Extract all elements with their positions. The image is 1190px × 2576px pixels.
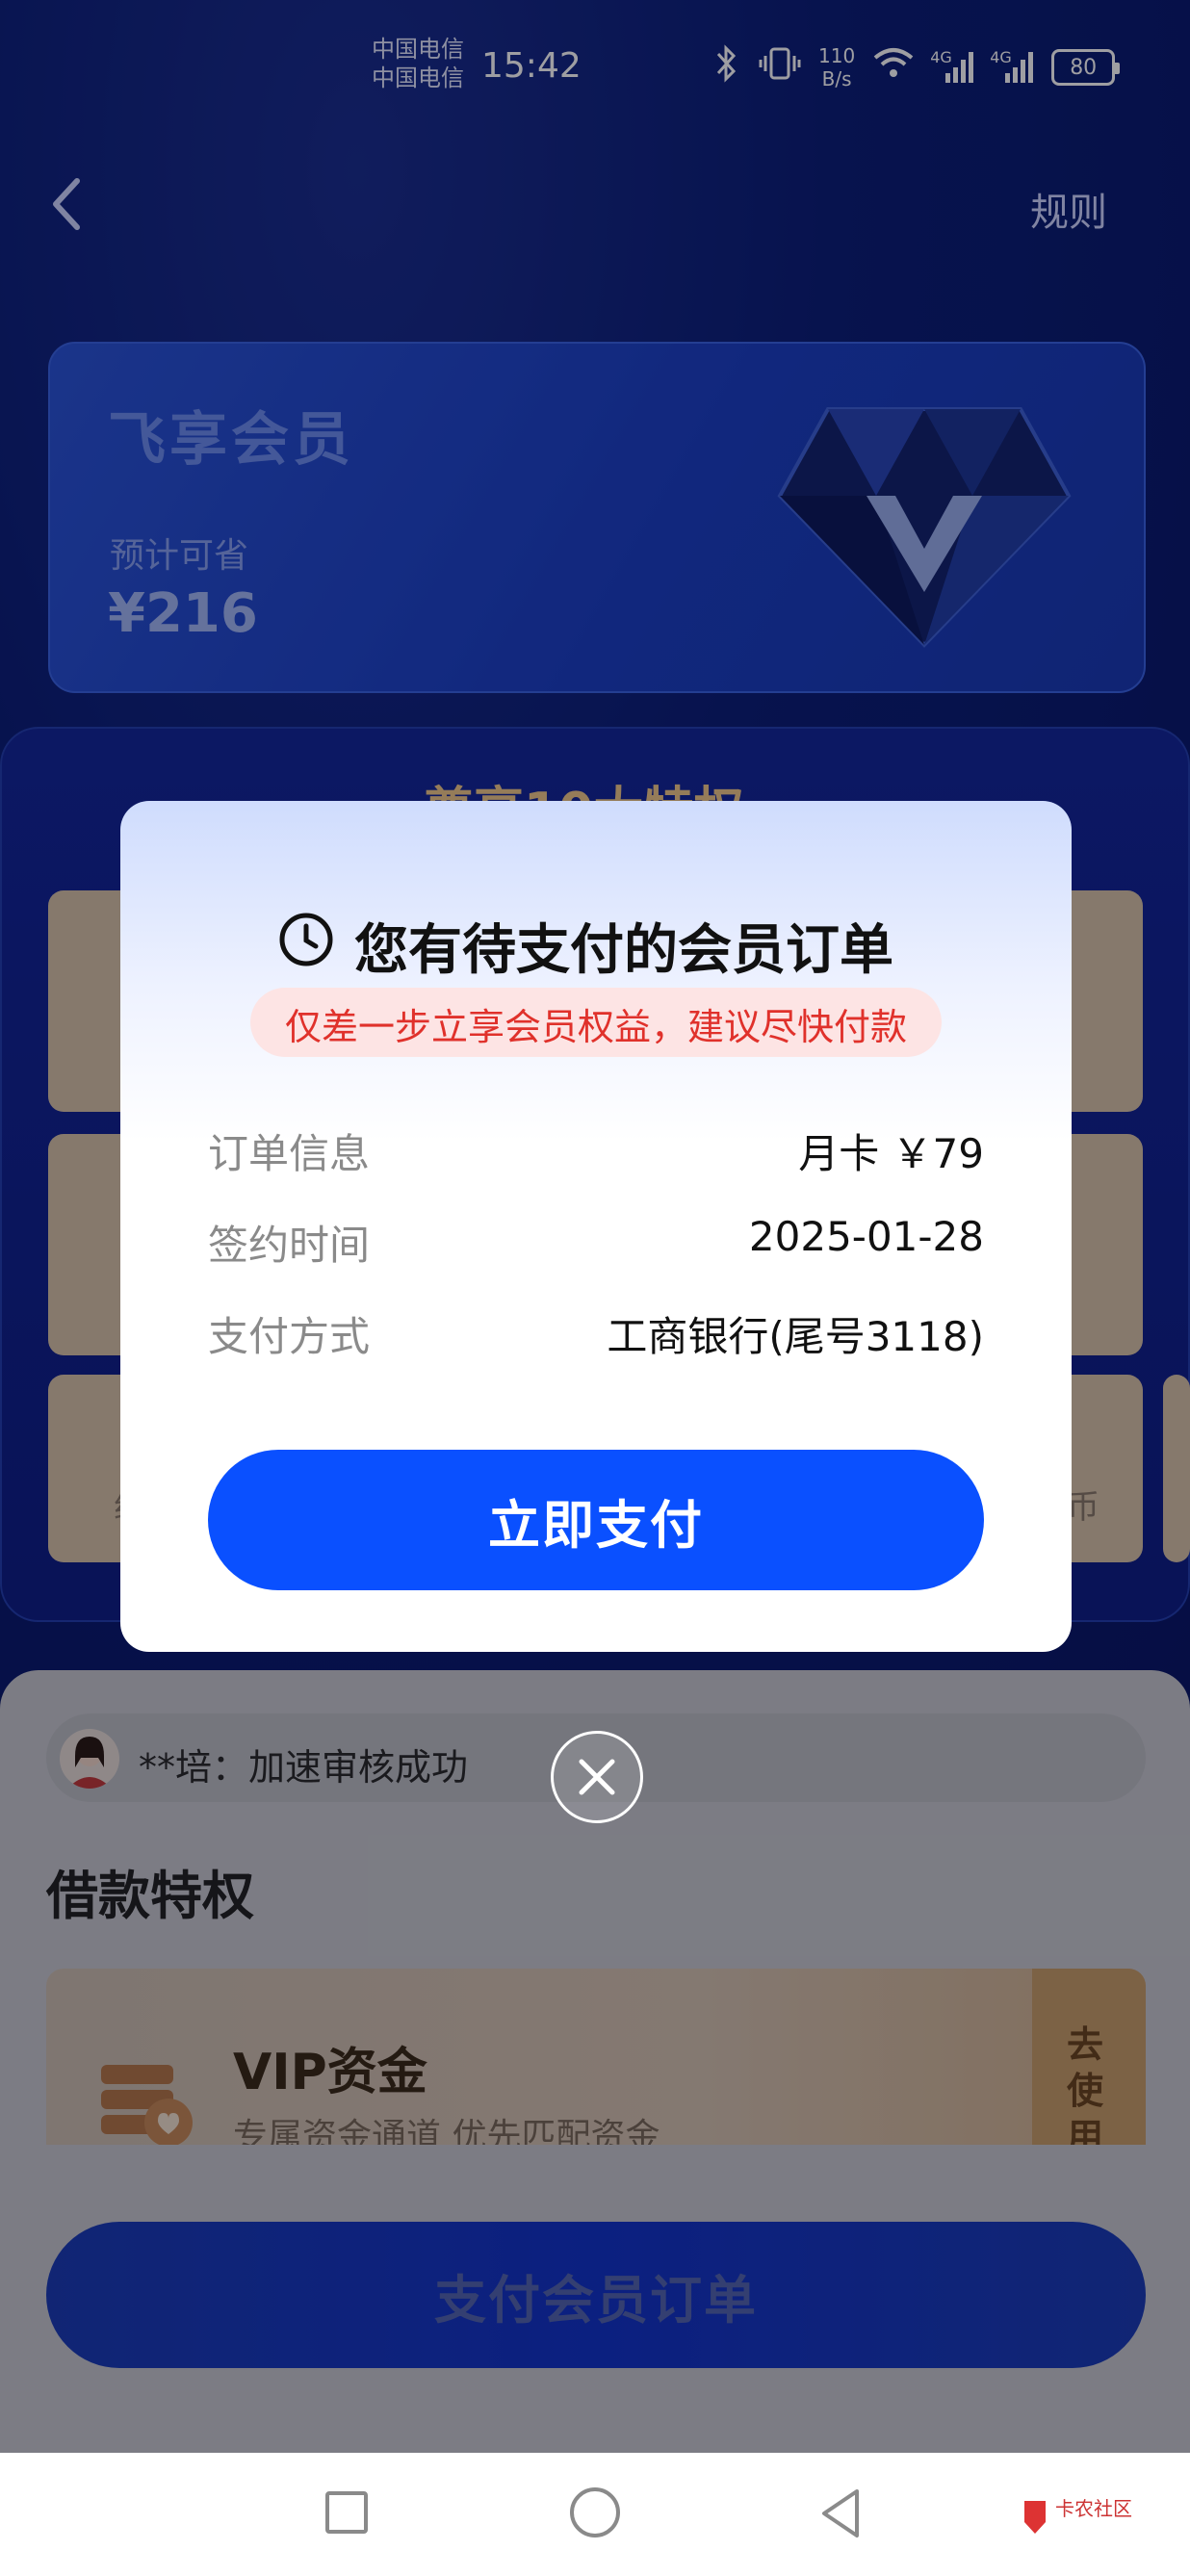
nav-back-button[interactable] [816,2486,863,2541]
payment-method-value[interactable]: 工商银行(尾号3118) [539,1304,984,1363]
payment-method-label: 支付方式 [208,1313,371,1360]
order-info-label: 订单信息 [208,1130,371,1177]
watermark-text: 卡农社区 [1055,2497,1132,2520]
home-button[interactable] [570,2487,620,2537]
sign-time-value: 2025-01-28 [748,1213,984,1260]
recent-apps-button[interactable] [325,2491,368,2534]
close-dialog-button[interactable] [551,1731,643,1823]
order-info-value: 月卡 ￥79 [798,1130,984,1177]
sign-time-label: 签约时间 [208,1222,371,1269]
dialog-title: 您有待支付的会员订单 [354,919,893,982]
pay-now-button[interactable]: 立即支付 [208,1450,984,1590]
notice-text: 仅差一步立享会员权益，建议尽快付款 [284,1006,907,1048]
close-icon [579,1759,615,1795]
clock-icon [279,913,333,966]
